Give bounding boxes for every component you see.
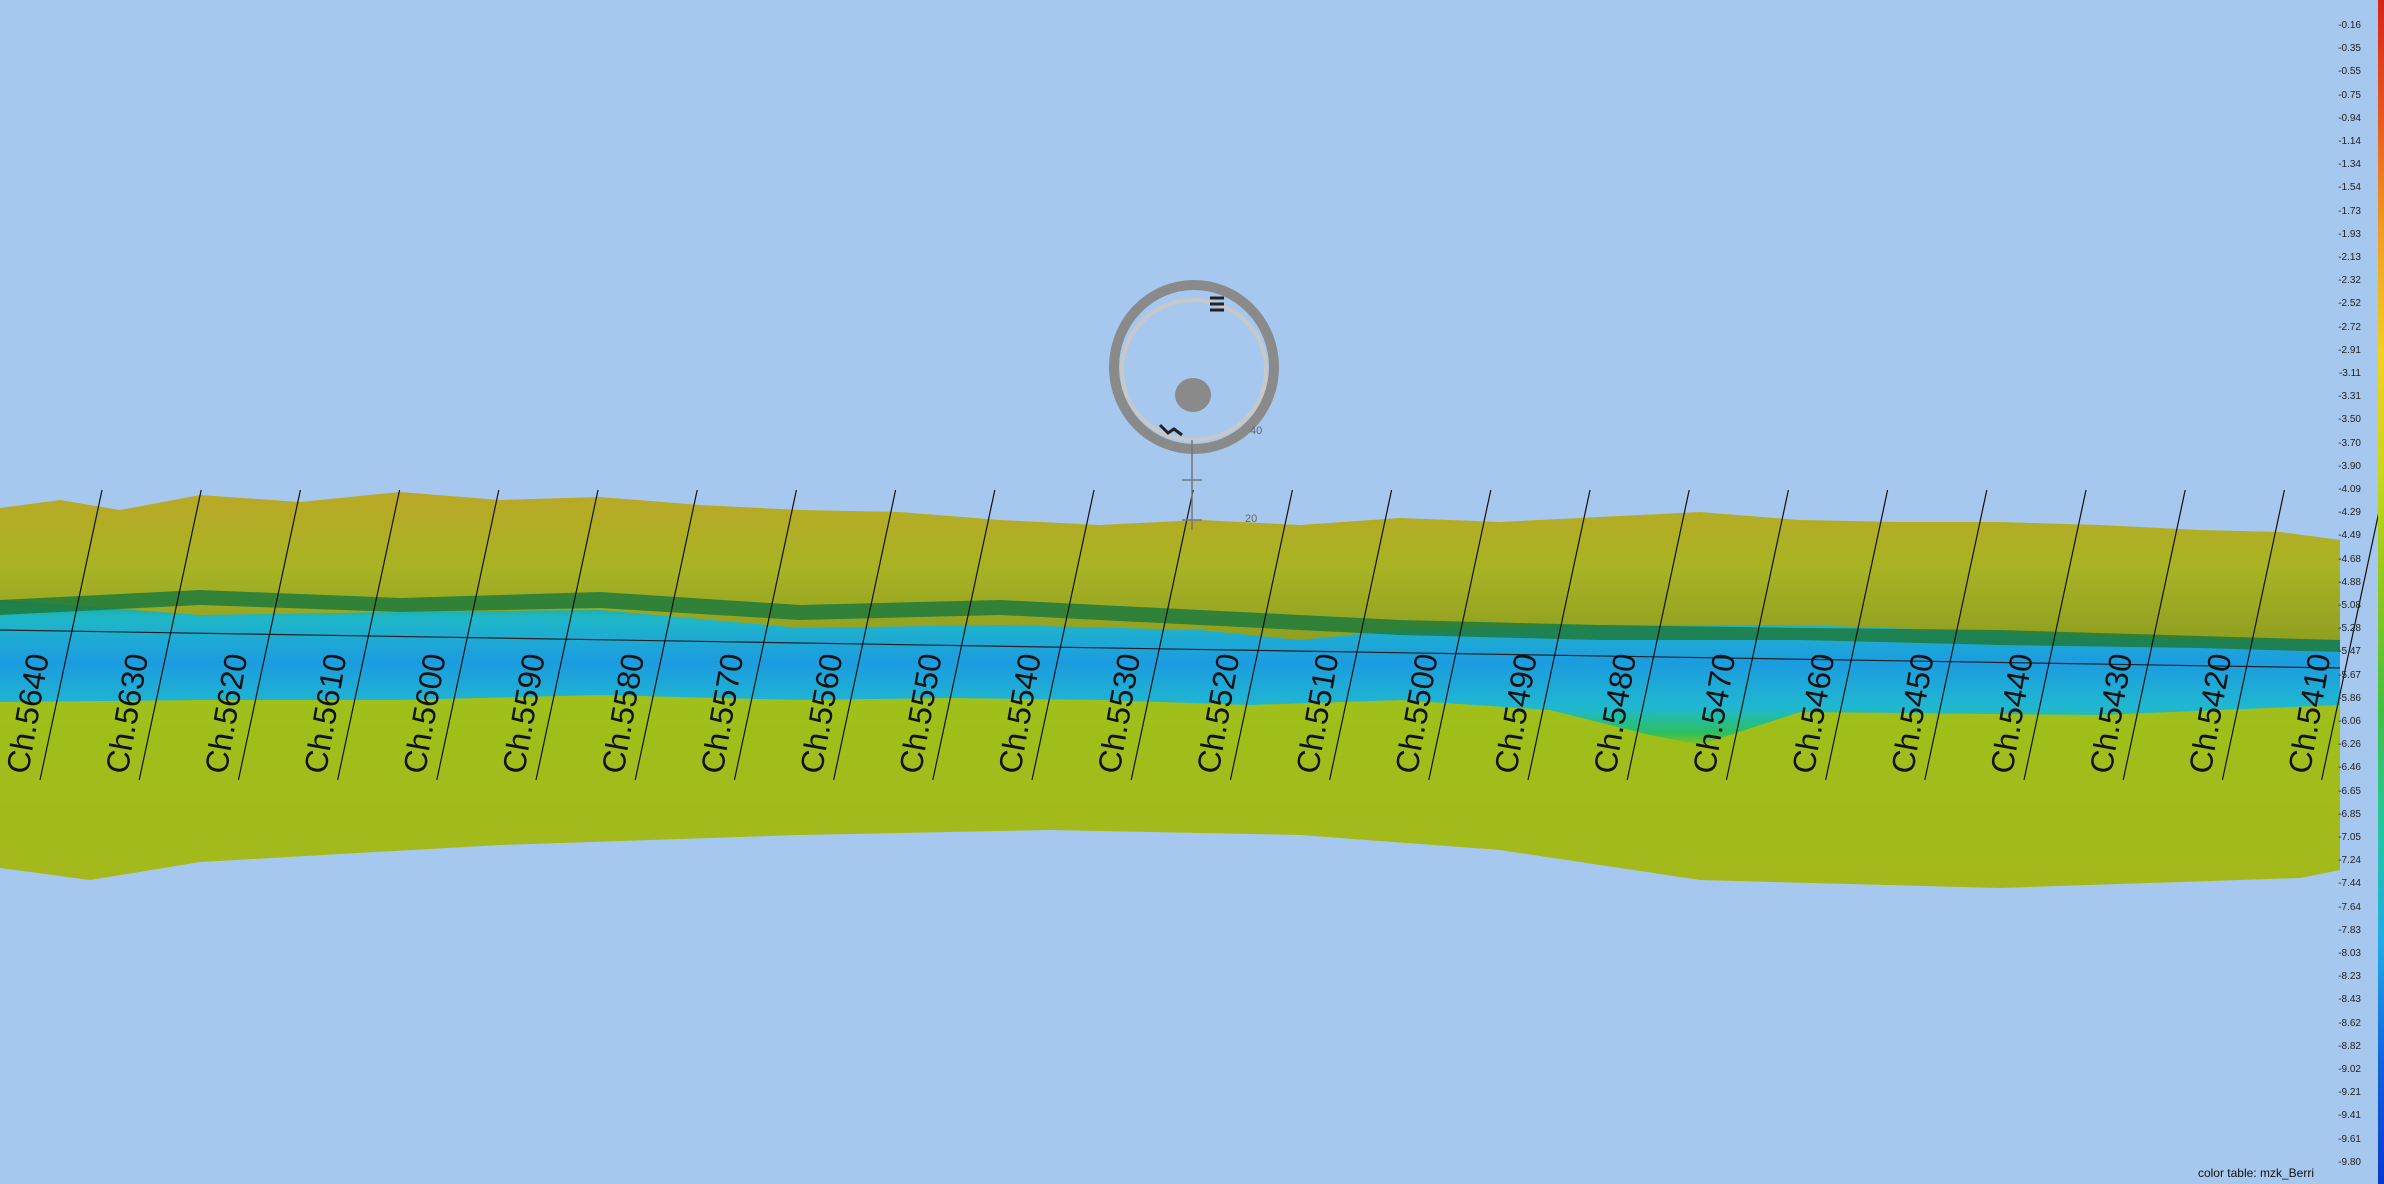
depth-scale-label: -0.55 <box>2338 66 2361 78</box>
depth-scale-label: -6.26 <box>2338 739 2361 751</box>
depth-scale-label: -2.91 <box>2338 344 2361 356</box>
3d-viewport[interactable]: Ch.5640 Ch.5630 Ch.5620 Ch.5610 Ch.5600 Ch.55… <box>0 0 2384 1184</box>
depth-scale-label: -8.82 <box>2338 1040 2361 1052</box>
depth-scale-label: -4.29 <box>2338 507 2361 519</box>
depth-scale-label: -5.08 <box>2338 600 2361 611</box>
depth-scale-label: -0.35 <box>2338 43 2361 55</box>
depth-scale-label: -6.06 <box>2338 716 2361 727</box>
depth-scale-label: -8.23 <box>2338 971 2361 983</box>
compass-east-marker <box>1210 296 1224 312</box>
depth-scale-label: -2.13 <box>2338 252 2361 263</box>
depth-scale-label: -9.80 <box>2338 1156 2361 1168</box>
depth-scale-label: -1.14 <box>2338 136 2361 147</box>
depth-scale-label: -0.94 <box>2338 112 2361 124</box>
depth-scale-label: -3.31 <box>2338 391 2361 403</box>
compass-height-label-20: 20 <box>1245 513 1257 525</box>
depth-scale-label: -7.24 <box>2338 855 2361 867</box>
depth-scale-label: -4.09 <box>2338 484 2361 495</box>
compass-widget[interactable]: 40 20 <box>1109 280 1279 530</box>
depth-scale-label: -6.85 <box>2338 808 2361 820</box>
depth-color-bar <box>2378 0 2384 1184</box>
depth-scale-label: -9.61 <box>2338 1133 2361 1145</box>
depth-scale-label: -0.16 <box>2338 20 2361 31</box>
depth-scale-label: -4.68 <box>2338 553 2361 565</box>
bathymetry-scene: Ch.5640 Ch.5630 Ch.5620 Ch.5610 Ch.5600 Ch.55… <box>0 280 2384 888</box>
depth-scale-label: -1.34 <box>2338 159 2361 171</box>
depth-scale-label: -8.43 <box>2338 994 2361 1006</box>
depth-scale-label: -2.32 <box>2338 275 2361 287</box>
depth-scale-label: -8.03 <box>2338 948 2361 959</box>
depth-scale-label: -8.62 <box>2338 1017 2361 1029</box>
depth-scale-label: -7.05 <box>2338 832 2361 843</box>
depth-scale-label: -5.67 <box>2338 669 2361 681</box>
depth-scale-label: -3.11 <box>2338 368 2361 379</box>
color-table-label: color table: mzk_Berri <box>2197 1166 2314 1180</box>
depth-scale-label: -6.46 <box>2338 762 2361 774</box>
depth-scale-label: -1.93 <box>2338 228 2361 240</box>
depth-scale-label: -6.65 <box>2338 785 2361 797</box>
depth-scale-label: -3.50 <box>2338 414 2361 426</box>
depth-scale-label: -7.64 <box>2338 901 2361 913</box>
depth-scale-label: -5.28 <box>2338 623 2361 635</box>
depth-scale-label: -3.70 <box>2338 437 2361 449</box>
depth-scale-label: -9.41 <box>2338 1110 2361 1122</box>
compass-center-disc <box>1175 378 1211 412</box>
depth-scale-label: -7.83 <box>2338 924 2361 936</box>
depth-scale-label: -2.72 <box>2338 321 2361 333</box>
compass-height-label-40: 40 <box>1250 425 1262 437</box>
depth-scale-label: -1.73 <box>2338 205 2361 217</box>
depth-scale-label: -4.49 <box>2338 530 2361 542</box>
depth-scale-label: -3.90 <box>2338 460 2361 472</box>
compass-ring-inner <box>1120 298 1268 442</box>
depth-scale-label: -5.86 <box>2338 692 2361 704</box>
depth-scale-label: -5.47 <box>2338 646 2361 658</box>
depth-scale-label: -4.88 <box>2338 576 2361 588</box>
depth-scale-label: -9.02 <box>2338 1064 2361 1075</box>
depth-scale-label: -2.52 <box>2338 298 2361 310</box>
depth-scale-label: -9.21 <box>2338 1087 2361 1099</box>
depth-scale-label: -0.75 <box>2338 89 2361 101</box>
depth-scale-label: -7.44 <box>2338 878 2361 890</box>
depth-scale-label: -1.54 <box>2338 182 2361 194</box>
